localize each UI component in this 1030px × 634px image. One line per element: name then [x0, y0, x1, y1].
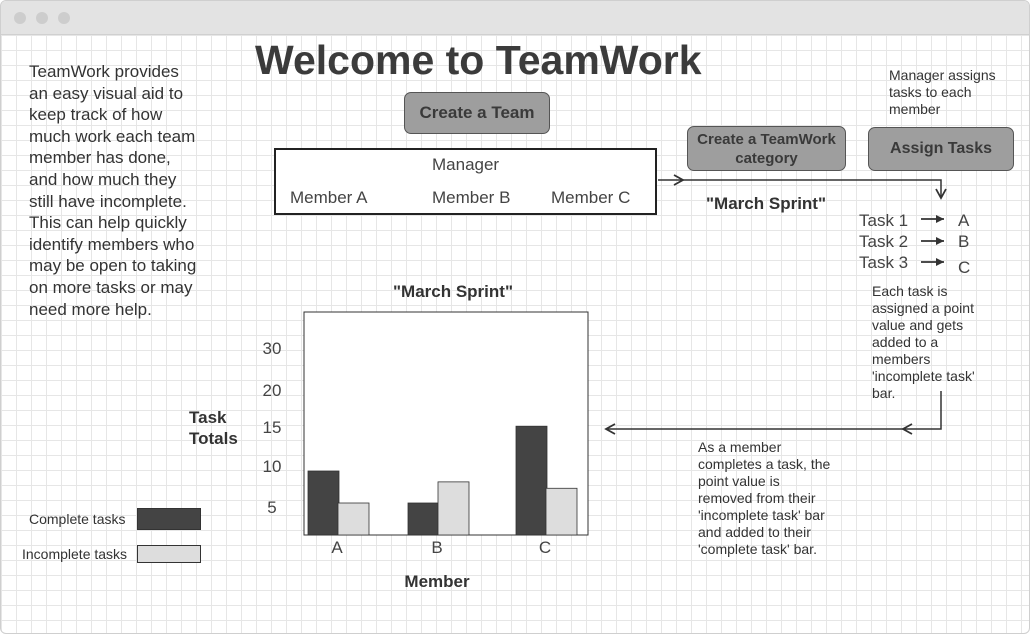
x-tick-label: B: [431, 538, 442, 557]
chart-ylabel-line2: Totals: [189, 429, 238, 448]
bar-complete-b: [407, 502, 440, 536]
arrow-note-link: [901, 391, 942, 435]
task-totals-chart: "March Sprint" Task Totals Member 5 10 15 2…: [189, 282, 589, 591]
bar-complete-a: [307, 470, 340, 536]
legend-incomplete-swatch: [137, 545, 201, 563]
legend-incomplete-label: Incomplete tasks: [22, 546, 128, 562]
x-tick-label: A: [331, 538, 343, 557]
x-tick-label: C: [539, 538, 551, 557]
chart-xlabel: Member: [404, 572, 470, 591]
bar-incomplete-a: [337, 502, 370, 536]
arrow-to-tasks: [683, 179, 947, 200]
y-tick-label: 5: [267, 498, 276, 517]
legend-complete-label: Complete tasks: [29, 511, 126, 527]
app-window: TeamWork provides an easy visual aid to …: [0, 0, 1030, 634]
bar-complete-c: [515, 425, 548, 536]
bar-incomplete-c: [545, 487, 578, 536]
chart-title: "March Sprint": [393, 282, 513, 301]
y-tick-label: 20: [263, 381, 282, 400]
legend-complete-swatch: [137, 508, 201, 530]
chart-ylabel-line1: Task: [189, 408, 227, 427]
y-tick-label: 15: [263, 418, 282, 437]
bar-incomplete-b: [437, 481, 470, 536]
y-tick-label: 10: [263, 457, 282, 476]
y-tick-label: 30: [263, 339, 282, 358]
